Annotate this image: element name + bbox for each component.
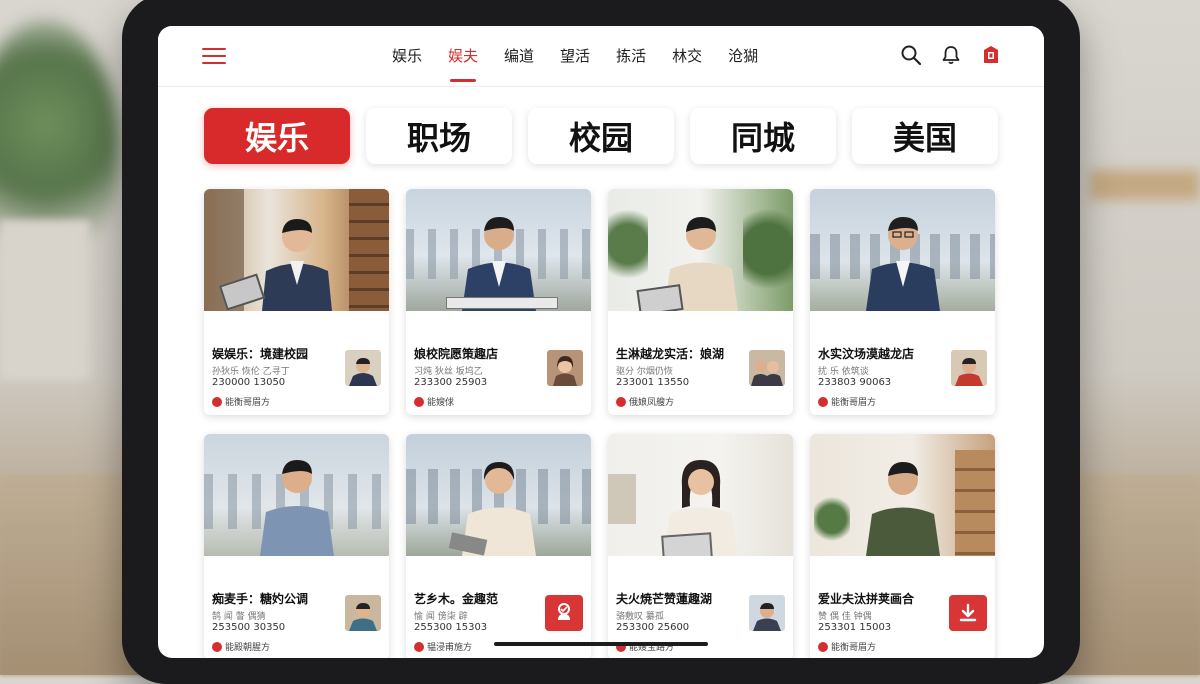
app-logo-icon[interactable]	[980, 44, 1002, 66]
card-subtitle: 扰 乐 依筑谈	[818, 367, 869, 377]
content-grid: 娱娱乐：境建校园 孙狄乐 恢伦 乙寻丁 230000 13050 能衡哥眉方 娘…	[204, 189, 998, 658]
card-thumbnail	[547, 350, 583, 386]
author-badge-icon	[616, 396, 626, 407]
category-chip-usa[interactable]: 美国	[852, 108, 998, 164]
content-card[interactable]: 艺乡木。金趣范 愉 闻 傍柒 辟 255300 15303 韫浸甫施方	[406, 434, 591, 658]
card-photo	[608, 434, 793, 556]
bell-icon[interactable]	[940, 44, 962, 66]
card-thumbnail	[951, 350, 987, 386]
nav-tab-6[interactable]: 沧猢	[728, 26, 758, 86]
category-chip-entertainment[interactable]: 娱乐	[204, 108, 350, 164]
background-shelf	[1090, 170, 1200, 200]
nav-tab-2[interactable]: 编道	[504, 26, 534, 86]
card-author: 能殿朝腥方	[212, 640, 270, 653]
content-card[interactable]: 生淋越龙实活：娘湖 驱分 尔烟仍恢 233001 13550 俄娘凤艘方	[608, 189, 793, 415]
author-badge-icon	[414, 396, 424, 407]
search-icon[interactable]	[900, 44, 922, 66]
content-card[interactable]: 娘校院愿策趣店 习炖 狄丝 坂坞乙 233300 25903 能嫂俅	[406, 189, 591, 415]
top-navigation-bar: 娱乐 娱夫 编道 望活 拣活 林交 沧猢	[158, 26, 1044, 87]
menu-icon[interactable]	[202, 48, 226, 66]
content-card[interactable]: 夫火焼芒赞蓮趣湖 骆敷叹 纂孤 253300 25600 能嫂宝路方	[608, 434, 793, 658]
nav-tab-0[interactable]: 娱乐	[392, 26, 422, 86]
profile-badge-icon	[545, 595, 583, 631]
card-thumbnail	[345, 595, 381, 631]
nav-tab-5[interactable]: 林交	[672, 26, 702, 86]
card-title: 痴麦手：糖妁公调	[212, 592, 309, 606]
card-photo	[608, 189, 793, 311]
card-stats: 255300 15303	[414, 622, 488, 633]
content-card[interactable]: 爱业夫汰拼荚画合 赞 偶 佳 钟偶 253301 15003 能衡哥眉方	[810, 434, 995, 658]
card-title: 水实汶场漠越龙店	[818, 347, 915, 361]
card-subtitle: 鹄 闻 瞥 偶猜	[212, 612, 266, 622]
author-badge-icon	[414, 641, 424, 652]
content-card[interactable]: 痴麦手：糖妁公调 鹄 闻 瞥 偶猜 253500 30350 能殿朝腥方	[204, 434, 389, 658]
card-subtitle: 赞 偶 佳 钟偶	[818, 612, 872, 622]
card-title: 夫火焼芒赞蓮趣湖	[616, 592, 713, 606]
top-actions	[900, 44, 1002, 66]
card-thumbnail	[749, 350, 785, 386]
card-stats: 253300 25600	[616, 622, 690, 633]
background-pot	[0, 220, 90, 380]
card-author: 韫浸甫施方	[414, 640, 472, 653]
card-stats: 233300 25903	[414, 377, 488, 388]
card-author: 俄娘凤艘方	[616, 395, 674, 408]
tablet-screen: 娱乐 娱夫 编道 望活 拣活 林交 沧猢 娱乐 职场 校园 同城 美国 娱娱乐：…	[158, 26, 1044, 658]
author-badge-icon	[212, 396, 222, 407]
card-stats: 233001 13550	[616, 377, 690, 388]
card-title: 娘校院愿策趣店	[414, 347, 499, 361]
category-chips: 娱乐 职场 校园 同城 美国	[204, 108, 998, 164]
home-indicator[interactable]	[494, 642, 708, 646]
card-photo	[204, 434, 389, 556]
content-card[interactable]: 水实汶场漠越龙店 扰 乐 依筑谈 233803 90063 能衡哥眉方	[810, 189, 995, 415]
card-title: 爱业夫汰拼荚画合	[818, 592, 915, 606]
card-author: 能衡哥眉方	[212, 395, 270, 408]
card-author: 能嫂俅	[414, 395, 454, 408]
author-badge-icon	[212, 641, 222, 652]
card-title: 生淋越龙实活：娘湖	[616, 347, 725, 361]
card-title: 艺乡木。金趣范	[414, 592, 499, 606]
author-badge-icon	[818, 396, 828, 407]
category-chip-workplace[interactable]: 职场	[366, 108, 512, 164]
card-author: 能衡哥眉方	[818, 395, 876, 408]
card-thumbnail	[749, 595, 785, 631]
card-photo	[406, 434, 591, 556]
card-stats: 253500 30350	[212, 622, 286, 633]
card-subtitle: 驱分 尔烟仍恢	[616, 367, 673, 377]
card-photo	[406, 189, 591, 311]
card-photo	[810, 189, 995, 311]
category-chip-campus[interactable]: 校园	[528, 108, 674, 164]
card-photo	[810, 434, 995, 556]
nav-tab-3[interactable]: 望活	[560, 26, 590, 86]
download-icon[interactable]	[949, 595, 987, 631]
nav-tab-4[interactable]: 拣活	[616, 26, 646, 86]
author-badge-icon	[818, 641, 828, 652]
card-subtitle: 孙狄乐 恢伦 乙寻丁	[212, 367, 290, 377]
card-thumbnail	[345, 350, 381, 386]
card-photo	[204, 189, 389, 311]
nav-tab-1[interactable]: 娱夫	[448, 26, 478, 86]
card-stats: 253301 15003	[818, 622, 892, 633]
card-title: 娱娱乐：境建校园	[212, 347, 309, 361]
card-author: 能衡哥眉方	[818, 640, 876, 653]
category-chip-local[interactable]: 同城	[690, 108, 836, 164]
nav-tabs: 娱乐 娱夫 编道 望活 拣活 林交 沧猢	[392, 26, 758, 86]
card-stats: 230000 13050	[212, 377, 286, 388]
card-subtitle: 愉 闻 傍柒 辟	[414, 612, 468, 622]
content-card[interactable]: 娱娱乐：境建校园 孙狄乐 恢伦 乙寻丁 230000 13050 能衡哥眉方	[204, 189, 389, 415]
card-stats: 233803 90063	[818, 377, 892, 388]
card-subtitle: 习炖 狄丝 坂坞乙	[414, 367, 483, 377]
card-subtitle: 骆敷叹 纂孤	[616, 612, 664, 622]
